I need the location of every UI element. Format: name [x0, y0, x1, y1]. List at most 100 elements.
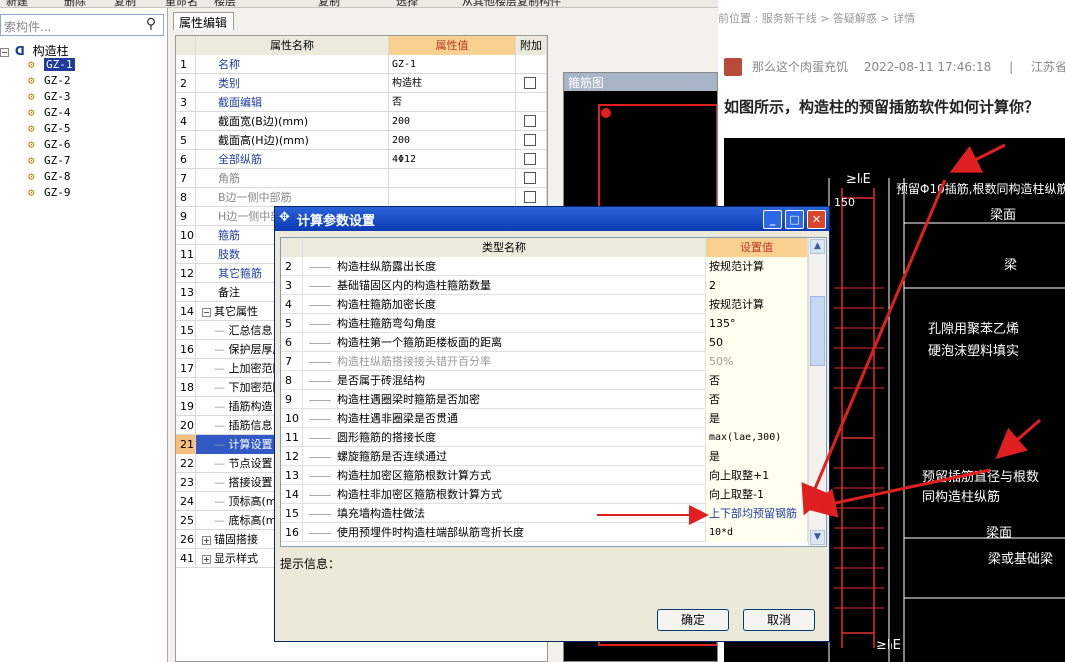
maximize-button[interactable]: □ — [785, 210, 804, 229]
row-value[interactable]: 构造柱 — [389, 74, 516, 93]
expand-icon[interactable]: + — [202, 555, 211, 564]
param-row[interactable]: 2 构造柱纵筋露出长度 按规范计算 — [281, 257, 808, 276]
add-checkbox[interactable] — [524, 134, 536, 146]
search-icon[interactable]: ⚲ — [141, 16, 161, 34]
param-value[interactable]: 135° — [706, 314, 808, 333]
param-value[interactable]: 是 — [706, 409, 808, 428]
add-checkbox[interactable] — [524, 172, 536, 184]
param-row[interactable]: 8 是否属于砖混结构 否 — [281, 371, 808, 390]
close-button[interactable]: ✕ — [807, 210, 826, 229]
cad-label-pore-2: 硬泡沫塑料填实 — [928, 344, 1020, 359]
param-value[interactable]: 50 — [706, 333, 808, 352]
table-row[interactable]: 4 截面宽(B边)(mm) 200 — [176, 112, 547, 131]
cancel-button[interactable]: 取消 — [743, 609, 815, 631]
table-row[interactable]: 5 截面高(H边)(mm) 200 — [176, 131, 547, 150]
param-value[interactable]: 向上取整-1 — [706, 485, 808, 504]
param-name-text: 构造柱第一个箍筋距楼板面的距离 — [337, 336, 502, 349]
toolbar-delete[interactable]: 删除 — [64, 0, 86, 7]
param-value[interactable]: 按规范计算 — [706, 295, 808, 314]
add-checkbox[interactable] — [524, 115, 536, 127]
table-row[interactable]: 3 截面编辑 否 — [176, 93, 547, 112]
param-row[interactable]: 16 使用预埋件时构造柱端部纵筋弯折长度 10*d — [281, 523, 808, 542]
param-value[interactable]: 按规范计算 — [706, 257, 808, 276]
scroll-thumb[interactable] — [810, 296, 825, 366]
scroll-down-icon[interactable]: ▼ — [810, 530, 825, 545]
tab-property-edit[interactable]: 属性编辑 — [173, 12, 234, 30]
tree-item[interactable]: ⚙ GZ-4 — [28, 106, 71, 122]
param-row[interactable]: 4 构造柱箍筋加密长度 按规范计算 — [281, 295, 808, 314]
param-value[interactable]: 向上取整+1 — [706, 466, 808, 485]
param-row[interactable]: 9 构造柱遇圈梁时箍筋是否加密 否 — [281, 390, 808, 409]
param-row[interactable]: 6 构造柱第一个箍筋距楼板面的距离 50 — [281, 333, 808, 352]
scroll-up-icon[interactable]: ▲ — [810, 239, 825, 254]
param-row[interactable]: 5 构造柱箍筋弯勾角度 135° — [281, 314, 808, 333]
tree-item[interactable]: ⚙ GZ-6 — [28, 138, 71, 154]
tree-item[interactable]: ⚙ GZ-3 — [28, 90, 71, 106]
row-value[interactable] — [389, 169, 516, 188]
param-value[interactable]: max(lae,300) — [706, 428, 808, 447]
search-box[interactable]: 索构件... ⚲ — [0, 14, 164, 36]
tree-item[interactable]: ⚙ GZ-1 — [28, 58, 75, 74]
param-value[interactable]: 是 — [706, 447, 808, 466]
param-value[interactable]: 10*d — [706, 523, 808, 542]
component-icon: ⚙ — [28, 122, 35, 135]
toolbar-floor[interactable]: 楼层 — [214, 0, 236, 7]
toolbar-copy-from-floor[interactable]: 从其他楼层复制构件 — [462, 0, 561, 7]
param-value[interactable]: 否 — [706, 390, 808, 409]
row-value[interactable]: 4Φ12 — [389, 150, 516, 169]
table-row[interactable]: 8 B边一侧中部筋 — [176, 188, 547, 207]
toolbar-rename[interactable]: 重命名 — [165, 0, 198, 7]
param-row[interactable]: 12 螺旋箍筋是否连续通过 是 — [281, 447, 808, 466]
tree-item[interactable]: ⚙ GZ-2 — [28, 74, 71, 90]
table-row[interactable]: 6 全部纵筋 4Φ12 — [176, 150, 547, 169]
param-value[interactable]: 否 — [706, 371, 808, 390]
component-icon: ⚙ — [28, 138, 35, 151]
tree-item[interactable]: ⚙ GZ-8 — [28, 170, 71, 186]
param-number: 15 — [281, 504, 303, 523]
param-row[interactable]: 13 构造柱加密区箍筋根数计算方式 向上取整+1 — [281, 466, 808, 485]
row-value[interactable]: GZ-1 — [389, 55, 516, 74]
expand-icon[interactable]: − — [202, 308, 211, 317]
param-row[interactable]: 15 填充墙构造柱做法 上下部均预留钢筋 — [281, 504, 808, 523]
table-header: 属性名称 属性值 附加 — [176, 36, 547, 55]
row-value[interactable] — [389, 188, 516, 207]
tree-item[interactable]: ⚙ GZ-7 — [28, 154, 71, 170]
row-value[interactable]: 200 — [389, 112, 516, 131]
param-row[interactable]: 14 构造柱非加密区箍筋根数计算方式 向上取整-1 — [281, 485, 808, 504]
table-row[interactable]: 2 类别 构造柱 — [176, 74, 547, 93]
param-row[interactable]: 7 构造柱纵筋搭接接头错开百分率 50% — [281, 352, 808, 371]
expand-icon[interactable]: + — [202, 536, 211, 545]
toolbar-copy-2[interactable]: 复制 — [318, 0, 340, 7]
param-row[interactable]: 10 构造柱遇非圈梁是否贯通 是 — [281, 409, 808, 428]
add-checkbox[interactable] — [524, 77, 536, 89]
tree-item[interactable]: ⚙ GZ-5 — [28, 122, 71, 138]
tree-line: — — [214, 457, 229, 470]
ok-button[interactable]: 确定 — [657, 609, 729, 631]
toolbar-copy[interactable]: 复制 — [114, 0, 136, 7]
param-row[interactable]: 3 基础锚固区内的构造柱箍筋数量 2 — [281, 276, 808, 295]
row-add — [516, 93, 547, 112]
search-input[interactable]: 索构件... — [4, 18, 51, 35]
toolbar-select[interactable]: 选择 — [396, 0, 418, 7]
param-value[interactable]: 50% — [706, 352, 808, 371]
row-value[interactable]: 否 — [389, 93, 516, 112]
tree-item[interactable]: ⚙ GZ-9 — [28, 186, 71, 202]
param-value[interactable]: 上下部均预留钢筋 — [706, 504, 808, 523]
params-scrollbar[interactable]: ▲ ▼ — [808, 238, 826, 546]
add-checkbox[interactable] — [524, 153, 536, 165]
username[interactable]: 那么这个肉蛋充饥 — [752, 60, 848, 74]
row-name-text: 其它属性 — [214, 305, 258, 318]
table-row[interactable]: 7 角筋 — [176, 169, 547, 188]
param-value[interactable]: 2 — [706, 276, 808, 295]
row-value[interactable]: 200 — [389, 131, 516, 150]
tree-root[interactable]: − ᗡ 构造柱 — [0, 42, 69, 58]
table-row[interactable]: 1 名称 GZ-1 — [176, 55, 547, 74]
dialog-titlebar[interactable]: ✥ 计算参数设置 _ □ ✕ — [275, 207, 829, 231]
param-row[interactable]: 11 圆形箍筋的搭接长度 max(lae,300) — [281, 428, 808, 447]
param-number: 7 — [281, 352, 303, 371]
toolbar-new[interactable]: 新建 — [6, 0, 28, 7]
add-checkbox[interactable] — [524, 191, 536, 203]
collapse-icon[interactable]: − — [0, 48, 9, 57]
minimize-button[interactable]: _ — [763, 210, 782, 229]
avatar[interactable] — [724, 58, 742, 76]
